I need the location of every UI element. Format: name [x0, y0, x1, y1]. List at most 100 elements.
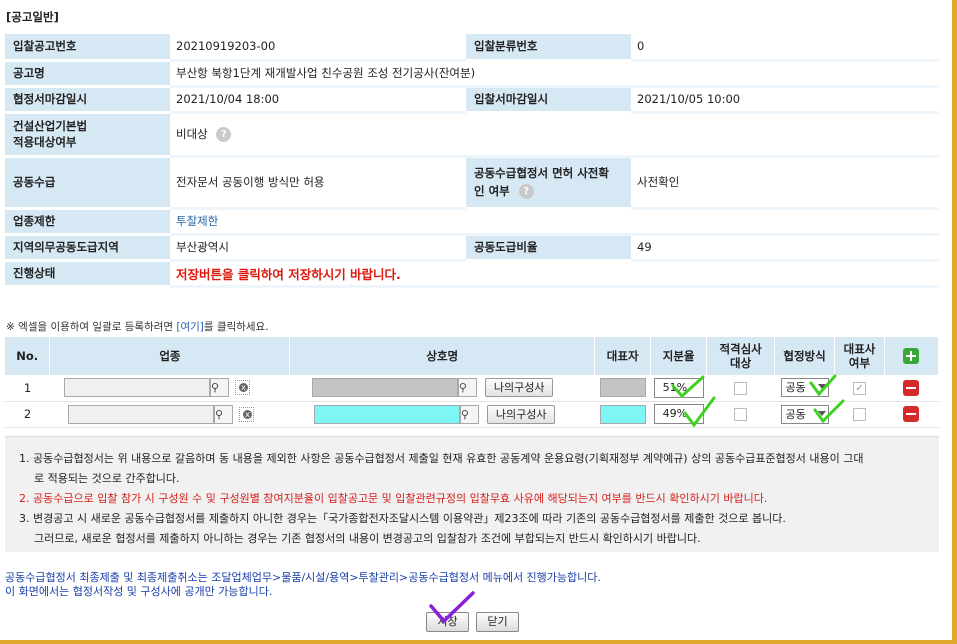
repr-checkbox[interactable]	[853, 408, 867, 421]
share-cell: 51%	[650, 375, 707, 402]
method-cell: 공동	[774, 375, 835, 402]
region-label: 지역의무공동도급지역	[5, 234, 170, 262]
company-cell: ⚲ 나의구성사	[289, 401, 595, 428]
row-no: 1	[5, 375, 50, 402]
clear-icon[interactable]: x	[238, 406, 254, 422]
rep-input[interactable]	[599, 378, 646, 398]
col-repr-line1: 대표사	[843, 342, 876, 356]
section-title: [공고일반]	[6, 10, 59, 24]
remove-row-minus-icon[interactable]	[903, 406, 920, 422]
law-value: 비대상	[176, 127, 208, 141]
region-value: 부산광역시	[170, 234, 466, 262]
search-icon[interactable]: ⚲	[457, 378, 477, 398]
qual-checkbox[interactable]	[734, 381, 748, 395]
industry-cell: ⚲ x	[49, 401, 290, 428]
agree-deadline-label: 협정서마감일시	[5, 86, 170, 114]
bid-class-value: 0	[631, 34, 939, 62]
my-company-button[interactable]: 나의구성사	[484, 378, 554, 398]
window-frame-bottom	[0, 640, 957, 644]
method-select[interactable]: 공동	[780, 378, 829, 398]
company-input[interactable]	[313, 404, 460, 424]
bid-deadline-label: 입찰서마감일시	[466, 86, 631, 114]
add-row-plus-icon[interactable]	[903, 348, 920, 364]
bid-no-label: 입찰공고번호	[5, 34, 170, 62]
help-icon[interactable]: ?	[518, 184, 534, 199]
col-method: 협정방식	[774, 337, 836, 375]
share-value: 49	[662, 407, 677, 420]
footer-line-1: 공동수급협정서 최종제출 및 최종제출취소는 조달업체업무>물품/시설/용역>투…	[5, 571, 601, 584]
excel-upload-link[interactable]: [여기]	[176, 321, 204, 333]
method-select[interactable]: 공동	[780, 404, 829, 424]
rep-input[interactable]	[599, 404, 646, 424]
ratio-value: 49	[631, 234, 939, 262]
share-input[interactable]: 49%	[653, 404, 704, 424]
company-cell: ⚲ 나의구성사	[289, 375, 595, 402]
bid-class-label: 입찰분류번호	[466, 34, 631, 62]
bid-no-value: 20210919203-00	[170, 34, 466, 62]
search-icon[interactable]: ⚲	[213, 404, 233, 424]
industry-input[interactable]	[63, 378, 210, 398]
remove-cell	[884, 375, 939, 402]
qual-cell	[706, 375, 775, 402]
limit-label: 업종제한	[5, 208, 170, 236]
qual-checkbox[interactable]	[734, 408, 748, 421]
notice-1-cont: 로 적용되는 것으로 간주합니다.	[34, 472, 180, 485]
col-share: 지분율	[650, 337, 708, 375]
company-input[interactable]	[311, 378, 458, 398]
chevron-down-icon	[817, 384, 826, 390]
remove-row-minus-icon[interactable]	[903, 379, 920, 396]
repr-cell	[834, 401, 885, 428]
status-label: 진행상태	[5, 260, 170, 288]
exempt-label: 공동수급협정서 면허 사전확 인 여부 ?	[466, 156, 631, 210]
repr-checkbox[interactable]: ✓	[853, 381, 867, 395]
excel-note-prefix: ※ 엑셀을 이용하여 일괄로 등록하려면	[6, 321, 177, 333]
save-button[interactable]: 저장	[426, 612, 469, 632]
share-value: 51	[662, 380, 677, 394]
law-label: 건설산업기본법 적용대상여부	[5, 112, 170, 158]
exempt-label-line2: 인 여부	[474, 184, 510, 198]
rep-cell	[594, 375, 651, 402]
joint-value: 전자문서 공동이행 방식만 허용	[170, 156, 466, 210]
col-add	[884, 337, 940, 375]
industry-cell: ⚲ x	[49, 375, 290, 402]
law-label-line2: 적용대상여부	[13, 135, 77, 149]
joint-label: 공동수급	[5, 156, 170, 210]
limit-value-link[interactable]: 투찰제한	[170, 208, 939, 236]
col-qual-line2: 대상	[730, 356, 752, 370]
col-industry: 업종	[49, 337, 291, 375]
col-rep: 대표자	[594, 337, 652, 375]
notice-1: 1. 공동수급협정서는 위 내용으로 갈음하며 동 내용을 제외한 사항은 공동…	[19, 452, 864, 465]
col-company: 상호명	[289, 337, 596, 375]
exempt-value: 사전확인	[631, 156, 939, 210]
share-cell: 49%	[650, 401, 707, 428]
close-button[interactable]: 닫기	[476, 612, 519, 632]
method-cell: 공동	[774, 401, 835, 428]
help-icon[interactable]: ?	[216, 127, 232, 142]
qual-cell	[706, 401, 775, 428]
bid-info-table: 입찰공고번호 20210919203-00 입찰분류번호 0 공고명 부산항 북…	[5, 34, 939, 288]
share-input[interactable]: 51%	[653, 377, 704, 398]
clear-icon[interactable]: x	[234, 380, 250, 396]
title-label: 공고명	[5, 60, 170, 88]
row-no: 2	[5, 401, 50, 428]
law-label-line1: 건설산업기본법	[13, 119, 88, 133]
industry-input[interactable]	[67, 404, 214, 424]
action-buttons: 저장 닫기	[0, 612, 945, 632]
member-grid: No. 업종 상호명 대표자 지분율 적격심사 대상 협정방식 대표사 여부 1 ⚲…	[5, 337, 940, 428]
search-icon[interactable]: ⚲	[209, 378, 229, 398]
col-repr: 대표사 여부	[834, 337, 885, 375]
remove-cell	[884, 401, 939, 428]
my-company-button[interactable]: 나의구성사	[486, 404, 556, 424]
law-value-cell: 비대상 ?	[170, 112, 939, 158]
rep-cell	[594, 401, 651, 428]
table-row: 2 ⚲ x ⚲ 나의구성사 49% 공동	[5, 401, 939, 428]
title-value: 부산항 북항1단계 재개발사업 친수공원 조성 전기공사(잔여분)	[170, 60, 939, 88]
exempt-label-line1: 공동수급협정서 면허 사전확	[474, 166, 609, 180]
chevron-down-icon	[817, 410, 826, 416]
repr-cell: ✓	[834, 375, 885, 402]
search-icon[interactable]: ⚲	[459, 404, 479, 424]
table-row: 1 ⚲ x ⚲ 나의구성사 51% 공동 ✓	[5, 375, 939, 402]
col-qual-line1: 적격심사	[719, 342, 762, 356]
bid-deadline-value: 2021/10/05 10:00	[631, 86, 939, 114]
notice-box: 1. 공동수급협정서는 위 내용으로 갈음하며 동 내용을 제외한 사항은 공동…	[5, 436, 939, 552]
